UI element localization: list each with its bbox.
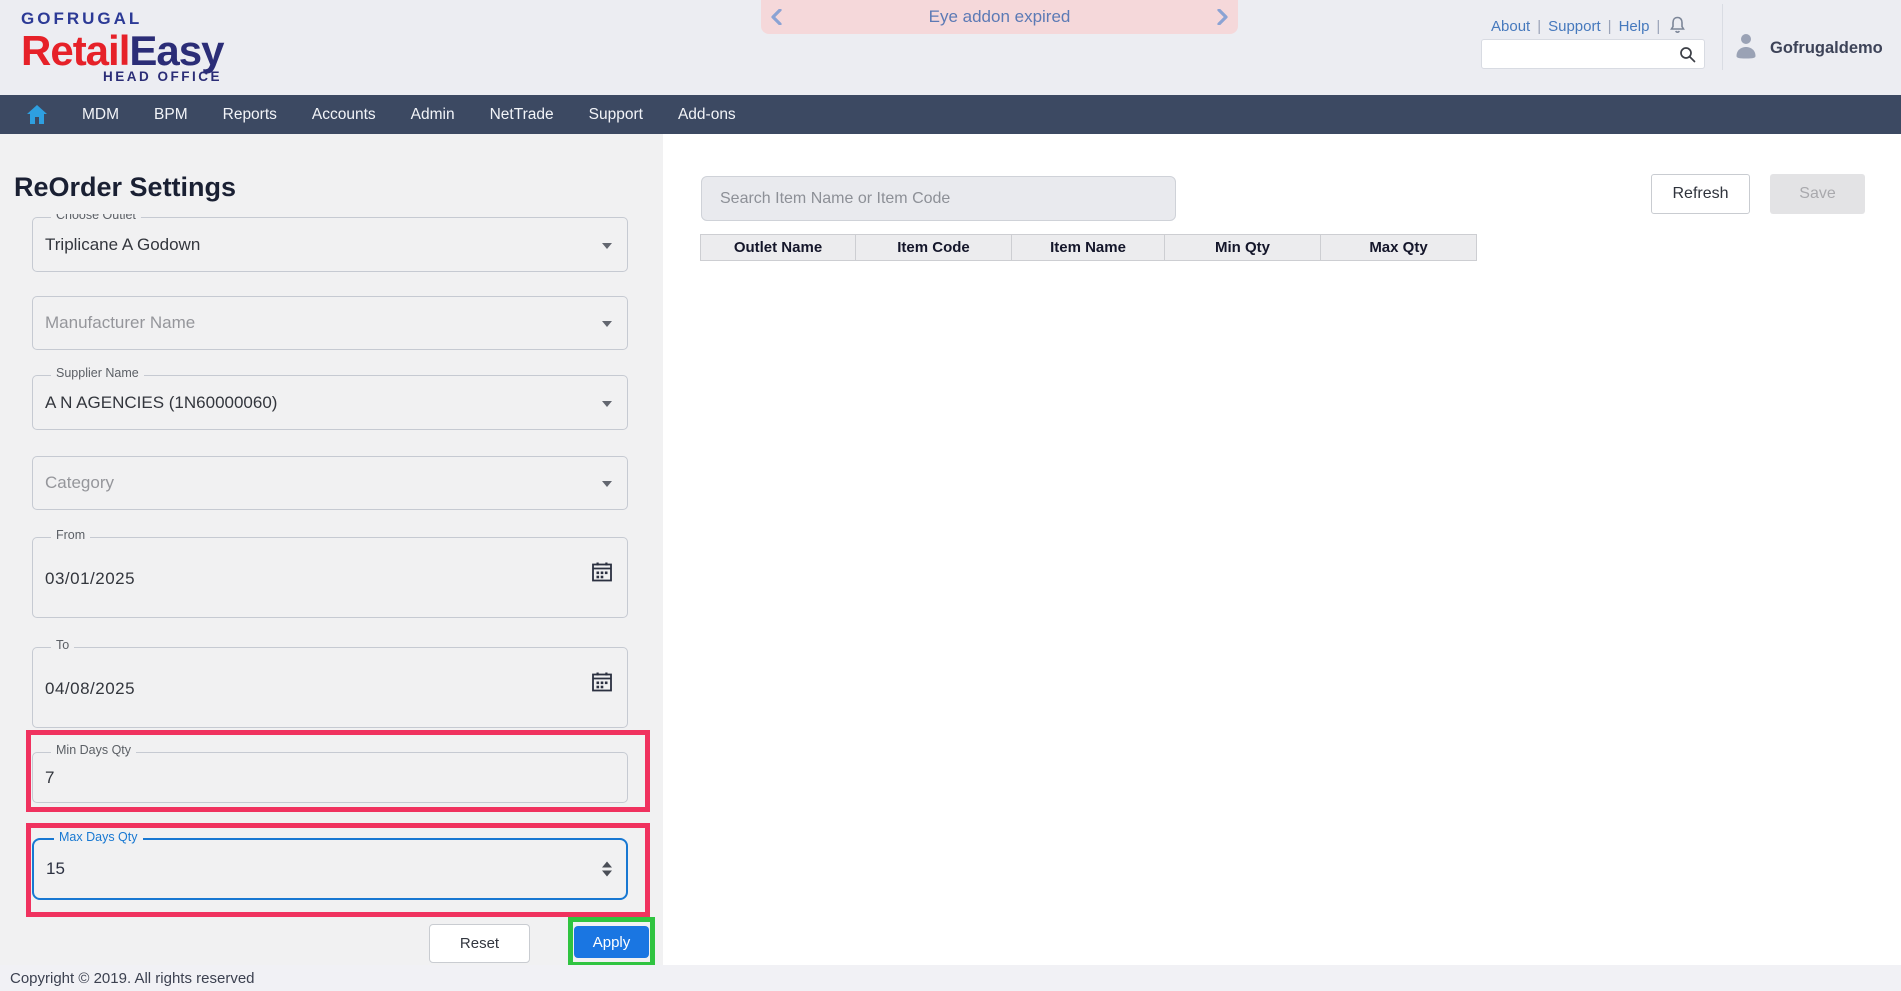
category-select[interactable]: Category (32, 456, 628, 510)
nav-item-support[interactable]: Support (589, 106, 643, 124)
choose-outlet-label: Choose Outlet (51, 214, 141, 222)
column-header-outlet-name: Outlet Name (701, 235, 856, 260)
nav-item-accounts[interactable]: Accounts (312, 106, 376, 124)
manufacturer-placeholder: Manufacturer Name (45, 313, 196, 332)
from-date-value: 03/01/2025 (45, 569, 136, 588)
user-name-label: Gofrugaldemo (1770, 38, 1883, 57)
banner-prev-icon[interactable] (761, 9, 791, 25)
link-separator: | (1656, 17, 1661, 35)
max-days-qty-field: Max Days Qty (32, 831, 628, 900)
banner-next-icon[interactable] (1208, 9, 1238, 25)
nav-item-nettrade[interactable]: NetTrade (490, 106, 554, 124)
copyright-text: Copyright © 2019. All rights reserved (10, 969, 255, 987)
apply-highlight-annotation: Apply (568, 917, 655, 967)
nav-item-reports[interactable]: Reports (223, 106, 277, 124)
link-separator: | (1607, 17, 1612, 35)
refresh-button[interactable]: Refresh (1651, 174, 1750, 214)
help-link[interactable]: Help (1619, 18, 1650, 35)
column-header-item-name: Item Name (1012, 235, 1165, 260)
user-menu[interactable]: Gofrugaldemo (1734, 32, 1883, 64)
reorder-settings-panel: ReOrder Settings Choose Outlet Triplican… (0, 134, 663, 967)
item-search-input[interactable] (702, 177, 1175, 220)
calendar-icon[interactable] (591, 671, 613, 698)
supplier-value: A N AGENCIES (1N60000060) (45, 392, 278, 412)
banner-message: Eye addon expired (928, 7, 1071, 26)
main-nav: MDM BPM Reports Accounts Admin NetTrade … (0, 95, 1901, 134)
notification-bell-icon[interactable] (1669, 16, 1686, 38)
avatar-icon (1734, 32, 1758, 64)
to-date-field[interactable]: To 04/08/2025 (32, 639, 628, 728)
app-header: GOFRUGAL RetailEasy HEAD OFFICE Eye addo… (0, 0, 1901, 95)
to-date-value: 04/08/2025 (45, 679, 136, 698)
header-divider (1722, 4, 1723, 70)
min-days-qty-value: 7 (45, 767, 55, 787)
column-header-min-qty: Min Qty (1165, 235, 1321, 260)
page-title: ReOrder Settings (14, 172, 237, 202)
calendar-icon[interactable] (591, 561, 613, 588)
apply-button[interactable]: Apply (574, 926, 649, 958)
logo-subtitle: HEAD OFFICE (103, 69, 223, 84)
supplier-select[interactable]: Supplier Name A N AGENCIES (1N60000060) (32, 367, 628, 430)
nav-item-bpm[interactable]: BPM (154, 106, 188, 124)
chevron-down-icon (602, 481, 612, 487)
nav-item-admin[interactable]: Admin (411, 106, 455, 124)
chevron-down-icon (602, 321, 612, 327)
logo-product-text: RetailEasy (21, 27, 224, 74)
chevron-down-icon (602, 400, 612, 407)
about-link[interactable]: About (1491, 18, 1530, 35)
category-placeholder: Category (45, 473, 114, 492)
min-days-qty-field[interactable]: Min Days Qty 7 (32, 744, 628, 803)
footer: Copyright © 2019. All rights reserved (0, 965, 1901, 991)
number-stepper-icon[interactable] (602, 861, 612, 877)
choose-outlet-value: Triplicane A Godown (45, 234, 201, 254)
save-button: Save (1770, 174, 1865, 214)
logo-brand-text: GOFRUGAL (21, 9, 143, 28)
items-table-header: Outlet Name Item Code Item Name Min Qty … (700, 234, 1477, 261)
reset-button[interactable]: Reset (429, 924, 530, 963)
manufacturer-select[interactable]: Manufacturer Name (32, 296, 628, 350)
max-days-qty-input[interactable] (46, 840, 586, 898)
app-logo: GOFRUGAL RetailEasy HEAD OFFICE (21, 9, 224, 84)
chevron-down-icon (602, 242, 612, 249)
global-search-box (1481, 39, 1705, 69)
home-icon[interactable] (27, 105, 47, 124)
nav-item-mdm[interactable]: MDM (82, 106, 119, 124)
search-icon[interactable] (1679, 46, 1696, 68)
supplier-label: Supplier Name (51, 367, 144, 380)
min-days-qty-label: Min Days Qty (51, 744, 137, 757)
item-search-box (701, 176, 1176, 221)
notification-banner: Eye addon expired (761, 0, 1238, 34)
from-date-label: From (51, 529, 91, 542)
header-links: About | Support | Help | (1491, 14, 1686, 38)
support-link[interactable]: Support (1548, 18, 1601, 35)
from-date-field[interactable]: From 03/01/2025 (32, 529, 628, 618)
column-header-item-code: Item Code (856, 235, 1012, 260)
choose-outlet-select[interactable]: Choose Outlet Triplicane A Godown (32, 214, 628, 272)
global-search-input[interactable] (1488, 41, 1674, 67)
nav-item-addons[interactable]: Add-ons (678, 106, 736, 124)
column-header-max-qty: Max Qty (1369, 239, 1428, 256)
to-date-label: To (51, 639, 75, 652)
link-separator: | (1537, 17, 1542, 35)
